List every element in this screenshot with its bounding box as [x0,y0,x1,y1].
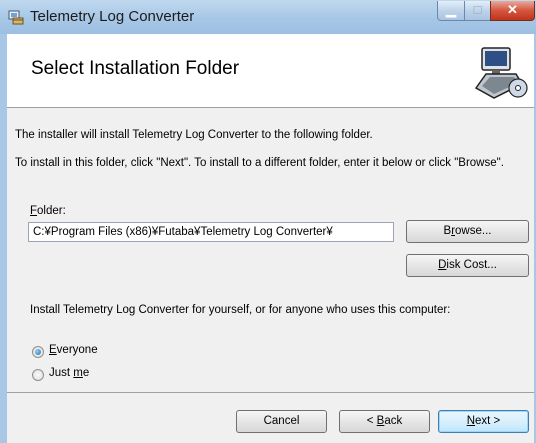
cancel-button[interactable]: Cancel [236,410,327,433]
back-button[interactable]: < Back [339,410,430,433]
disk-cost-label-post: isk Cost... [446,259,497,271]
maximize-icon: □ [473,2,482,17]
folder-label-accelerator: F [30,205,38,217]
minimize-icon: ▁ [446,2,456,17]
browse-button[interactable]: Browse... [406,220,529,243]
next-button[interactable]: Next > [438,410,529,433]
just-me-option-label[interactable]: Just me [49,367,89,379]
computer-cd-icon [474,47,528,99]
instructions-text: To install in this folder, click "Next".… [15,157,504,169]
intro-text: The installer will install Telemetry Log… [15,129,373,141]
window-title: Telemetry Log Converter [30,8,195,25]
close-icon: ✕ [507,2,518,17]
install-scope-prompt: Install Telemetry Log Converter for your… [30,304,451,316]
everyone-radio[interactable] [32,346,44,358]
radio-selected-dot [35,349,41,355]
title-bar[interactable]: Telemetry Log Converter ▁ □ ✕ [0,0,536,35]
just-me-radio[interactable] [32,369,44,381]
maximize-button[interactable]: □ [464,1,491,21]
installer-app-icon [8,10,24,25]
footer-separator [7,392,534,393]
just-me-accelerator: m [73,367,83,379]
just-me-label-post: e [82,367,90,379]
installer-window: Telemetry Log Converter ▁ □ ✕ Select Ins… [0,0,536,443]
disk-cost-button[interactable]: Disk Cost... [406,254,529,277]
window-frame-left [0,34,7,443]
close-button[interactable]: ✕ [490,1,535,21]
back-label-pre: < [366,415,377,427]
folder-label: Folder: [30,205,66,217]
just-me-label-pre: Just [49,367,74,379]
page-title: Select Installation Folder [31,58,240,79]
everyone-option-label[interactable]: Everyone [49,344,98,356]
header-banner: Select Installation Folder [7,34,534,108]
folder-path-input[interactable] [28,222,394,242]
everyone-label-post: veryone [56,344,98,356]
back-label-post: ack [384,415,403,427]
folder-label-text: older: [37,205,66,217]
minimize-button[interactable]: ▁ [437,1,465,21]
everyone-accelerator: E [49,344,57,356]
next-label-accelerator: N [466,415,476,427]
browse-label-post: owse... [455,225,492,237]
next-label-post: ext > [475,415,501,427]
